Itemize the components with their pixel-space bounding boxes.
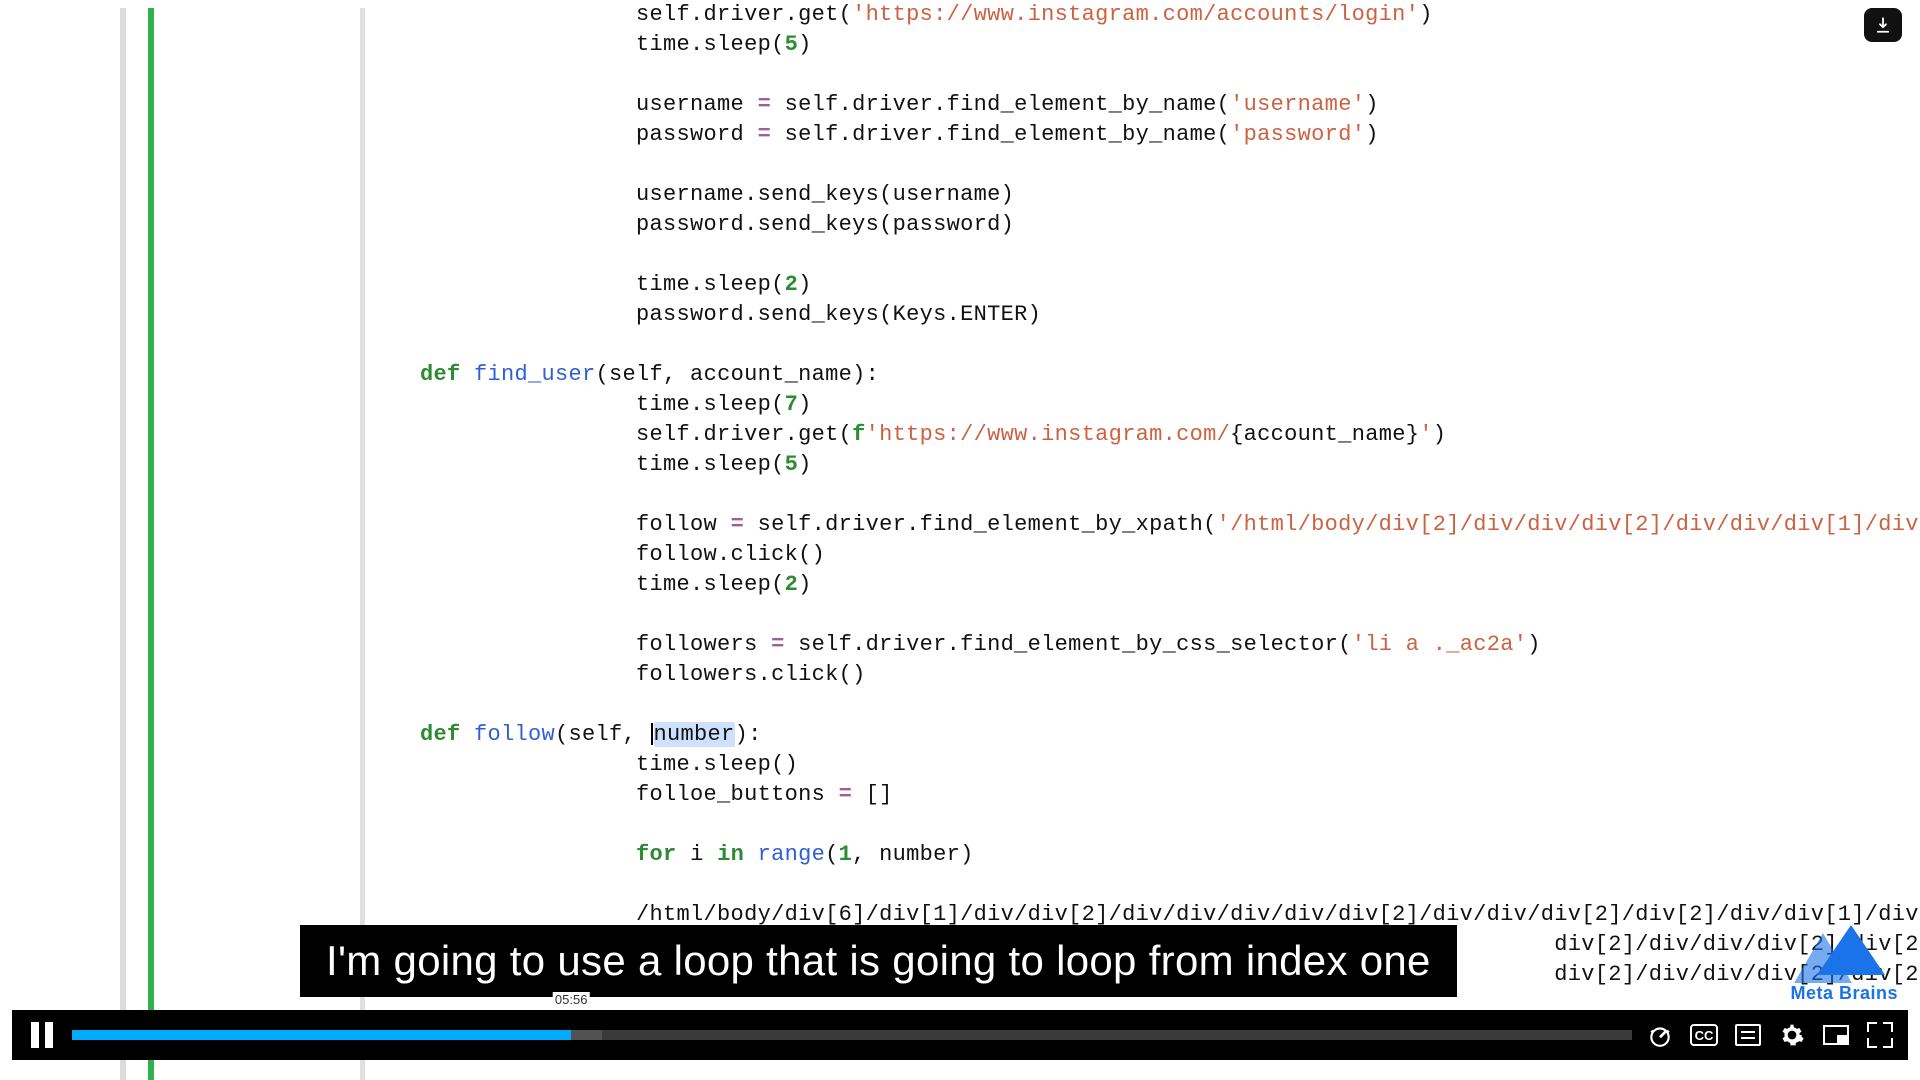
vcs-gutter xyxy=(120,8,150,1080)
code-line[interactable]: time.sleep(7) xyxy=(420,390,1920,420)
code-line[interactable]: follow = self.driver.find_element_by_xpa… xyxy=(420,510,1920,540)
code-line[interactable]: self.driver.get(f'https://www.instagram.… xyxy=(420,420,1920,450)
code-line[interactable]: username = self.driver.find_element_by_n… xyxy=(420,90,1920,120)
fold-gutter xyxy=(360,8,365,1080)
code-line[interactable]: time.sleep(5) xyxy=(420,30,1920,60)
code-editor[interactable]: self.driver.get('https://www.instagram.c… xyxy=(420,0,1920,990)
code-line[interactable] xyxy=(420,60,1920,90)
transcript-icon xyxy=(1735,1024,1761,1046)
code-line[interactable] xyxy=(420,690,1920,720)
editor-left-margin xyxy=(0,8,148,1080)
captions-button[interactable]: CC xyxy=(1690,1021,1718,1049)
code-line[interactable]: follow.click() xyxy=(420,540,1920,570)
subtitle-caption: I'm going to use a loop that is going to… xyxy=(300,925,1457,997)
brand-name: Meta Brains xyxy=(1790,983,1898,1004)
brand-logo-icon xyxy=(1809,925,1879,981)
code-line[interactable]: for i in range(1, number) xyxy=(420,840,1920,870)
seek-tooltip: 05:56 xyxy=(553,992,590,1007)
code-line[interactable]: folloe_buttons = [] xyxy=(420,780,1920,810)
code-line[interactable]: time.sleep() xyxy=(420,750,1920,780)
code-line[interactable]: followers.click() xyxy=(420,660,1920,690)
code-line[interactable]: username.send_keys(username) xyxy=(420,180,1920,210)
code-line[interactable] xyxy=(420,150,1920,180)
code-line[interactable] xyxy=(420,240,1920,270)
code-line[interactable]: password = self.driver.find_element_by_n… xyxy=(420,120,1920,150)
code-line[interactable]: time.sleep(5) xyxy=(420,450,1920,480)
video-player-bar: 05:56 CC xyxy=(12,1010,1908,1060)
transcript-button[interactable] xyxy=(1734,1021,1762,1049)
code-line[interactable] xyxy=(420,330,1920,360)
settings-button[interactable] xyxy=(1778,1021,1806,1049)
pause-button[interactable] xyxy=(12,1010,72,1060)
text-cursor xyxy=(651,723,653,745)
code-line[interactable]: password.send_keys(Keys.ENTER) xyxy=(420,300,1920,330)
cc-icon: CC xyxy=(1690,1024,1718,1046)
code-line[interactable]: def follow(self, number): xyxy=(420,720,1920,750)
fullscreen-exit-button[interactable] xyxy=(1866,1021,1894,1049)
pip-button[interactable] xyxy=(1822,1021,1850,1049)
brand-watermark: Meta Brains xyxy=(1790,925,1898,1004)
progress-bar[interactable]: 05:56 xyxy=(72,1010,1632,1060)
code-line[interactable]: def find_user(self, account_name): xyxy=(420,360,1920,390)
code-line[interactable]: time.sleep(2) xyxy=(420,570,1920,600)
code-line[interactable]: time.sleep(2) xyxy=(420,270,1920,300)
gear-icon xyxy=(1779,1022,1805,1048)
code-line[interactable] xyxy=(420,810,1920,840)
speed-icon xyxy=(1647,1022,1673,1048)
code-line[interactable] xyxy=(420,480,1920,510)
pause-icon xyxy=(31,1022,53,1048)
playback-speed-button[interactable] xyxy=(1646,1021,1674,1049)
code-line[interactable] xyxy=(420,870,1920,900)
code-line[interactable]: password.send_keys(password) xyxy=(420,210,1920,240)
pip-icon xyxy=(1823,1025,1849,1045)
code-line[interactable]: followers = self.driver.find_element_by_… xyxy=(420,630,1920,660)
code-line[interactable]: self.driver.get('https://www.instagram.c… xyxy=(420,0,1920,30)
code-line[interactable] xyxy=(420,600,1920,630)
fullscreen-exit-icon xyxy=(1867,1022,1893,1048)
